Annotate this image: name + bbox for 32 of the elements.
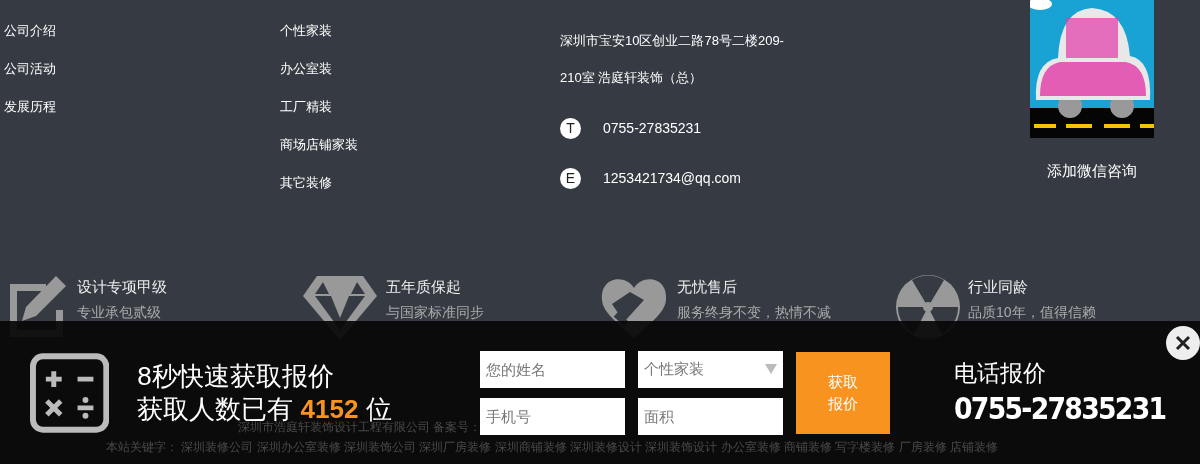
- footer-link[interactable]: 个性家装: [280, 20, 560, 41]
- caret-icon: [764, 364, 777, 374]
- close-icon: [1175, 335, 1191, 351]
- feature-subtitle: 品质10年，值得信赖: [968, 303, 1096, 322]
- footer-link[interactable]: 公司介绍: [4, 20, 280, 41]
- address-text: 深圳市宝安10区创业二路78号二楼209- 210室 浩庭轩装饰（总）: [560, 32, 785, 87]
- footer-link[interactable]: 其它装修: [280, 172, 560, 193]
- footer-link[interactable]: 办公室装: [280, 58, 560, 79]
- feature-title: 行业同龄: [968, 277, 1029, 297]
- qr-caption: 添加微信咨询: [1047, 161, 1137, 181]
- email-badge: E: [560, 167, 581, 189]
- feature-title: 无忧售后: [677, 277, 738, 297]
- feature-title: 设计专项甲级: [77, 277, 167, 297]
- footer-link[interactable]: 公司活动: [4, 58, 280, 79]
- feature-title: 五年质保起: [386, 277, 462, 297]
- footer-link[interactable]: 发展历程: [4, 96, 280, 117]
- feature-subtitle: 专业承包贰级: [77, 303, 162, 322]
- input-field[interactable]: 面积: [637, 397, 783, 435]
- phone-quote-title: 电话报价: [954, 358, 1048, 388]
- input-field[interactable]: 您的姓名: [479, 350, 625, 388]
- feature-subtitle: 与国家标准同步: [386, 303, 484, 322]
- select-field[interactable]: 个性家装: [637, 350, 783, 388]
- footer-link[interactable]: 工厂精装: [280, 96, 560, 117]
- footer-link[interactable]: 商场店铺家装: [280, 134, 560, 155]
- hotline-number: 0755-27835231: [954, 388, 1166, 428]
- email-address: 1253421734@qq.com: [603, 168, 741, 188]
- feature-subtitle: 服务终身不变，热情不减: [677, 303, 831, 322]
- phone-badge: T: [560, 117, 581, 139]
- quote-title: 8秒快速获取报价: [137, 359, 335, 392]
- calculator-icon: [30, 352, 110, 433]
- phone-number: 0755-27835231: [603, 118, 702, 138]
- input-field[interactable]: 手机号: [479, 397, 625, 435]
